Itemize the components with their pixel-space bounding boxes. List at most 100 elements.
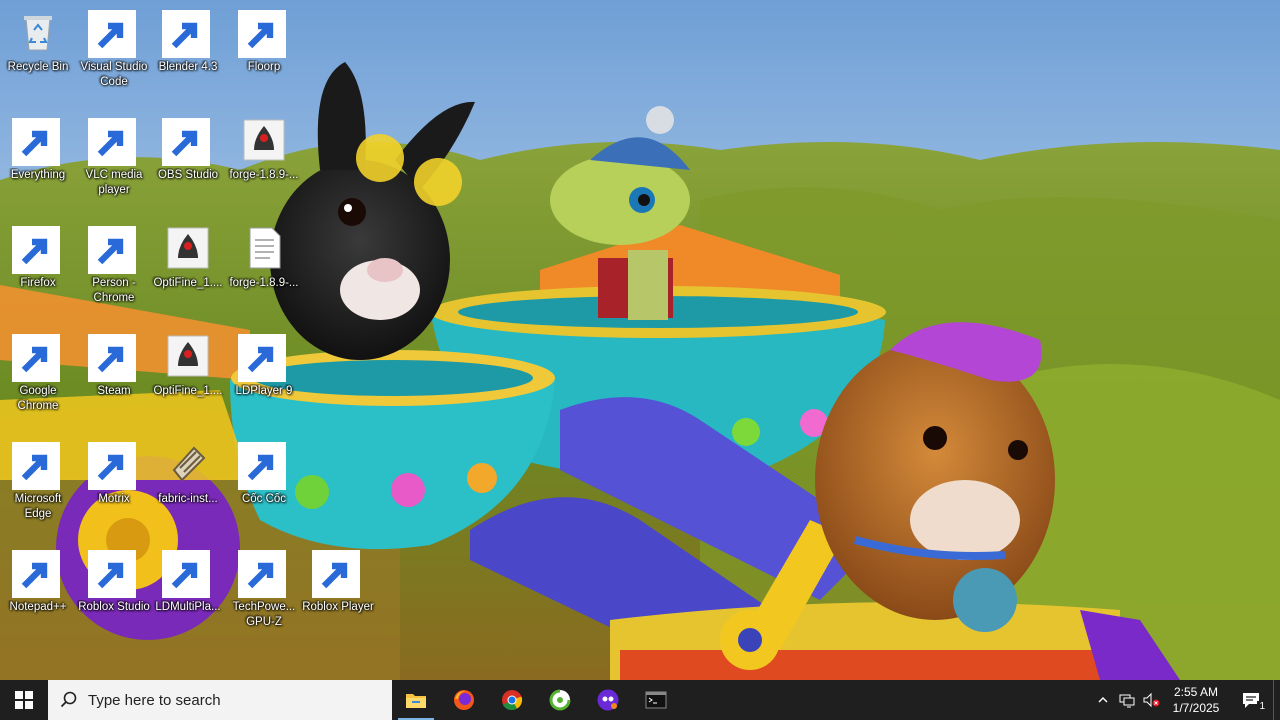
shortcut-arrow-icon <box>88 550 136 598</box>
desktop-icon-vlc[interactable]: VLC media player <box>76 108 152 208</box>
taskbar-terminal[interactable] <box>632 680 680 720</box>
taskbar-clock[interactable]: 2:55 AM 1/7/2025 <box>1163 684 1229 716</box>
java-icon <box>164 332 212 380</box>
desktop-icon-recycle-bin[interactable]: Recycle Bin <box>0 0 76 100</box>
desktop-icon-roblox-player[interactable]: Roblox Player <box>300 540 376 640</box>
shortcut-arrow-icon <box>162 118 210 166</box>
desktop-icon-ldmultiplayer[interactable]: LDMultiPla... <box>150 540 226 640</box>
folder-icon <box>406 694 426 708</box>
shortcut-arrow-icon <box>12 550 60 598</box>
shortcut-arrow-icon <box>88 118 136 166</box>
icon-label: Recycle Bin <box>7 61 69 73</box>
desktop-icon-forge-text[interactable]: forge-1.8.9-... <box>226 216 302 316</box>
text-file-icon <box>240 224 288 272</box>
desktop-icon-forge-jar[interactable]: forge-1.8.9-... <box>226 108 302 208</box>
shortcut-arrow-icon <box>238 334 286 382</box>
icon-label: OptiFine_1.... <box>153 277 223 289</box>
desktop-icon-person-chrome[interactable]: Person - Chrome <box>76 216 152 316</box>
icon-label: forge-1.8.9-... <box>229 277 299 289</box>
roblox-player-icon <box>312 548 362 598</box>
terminal-icon <box>645 691 667 709</box>
show-desktop-button[interactable] <box>1273 680 1280 720</box>
desktop-icon-fabric-installer[interactable]: fabric-inst... <box>150 432 226 532</box>
volume-button[interactable] <box>1139 680 1163 720</box>
taskbar-file-explorer[interactable] <box>392 680 440 720</box>
icon-label: VLC media player <box>85 169 143 196</box>
icon-label: Firefox <box>20 277 56 289</box>
network-icon <box>1119 694 1135 708</box>
volume-muted-icon <box>1143 692 1160 708</box>
windows-logo-icon <box>15 691 33 709</box>
taskbar-floorp[interactable] <box>584 680 632 720</box>
desktop-icon-obs-studio[interactable]: OBS Studio <box>150 108 226 208</box>
icon-label: Cốc Cốc <box>241 493 287 505</box>
recycle-bin-icon <box>14 8 62 56</box>
ldmultiplayer-icon <box>162 548 212 598</box>
notification-count-badge: 1 <box>1257 701 1267 712</box>
desktop-icon-optifine-1[interactable]: OptiFine_1.... <box>150 216 226 316</box>
java-icon <box>164 224 212 272</box>
desktop-icon-steam[interactable]: Steam <box>76 324 152 424</box>
shortcut-arrow-icon <box>88 442 136 490</box>
shortcut-arrow-icon <box>12 118 60 166</box>
desktop-icon-microsoft-edge[interactable]: Microsoft Edge <box>0 432 76 532</box>
shortcut-arrow-icon <box>162 550 210 598</box>
desktop-icon-firefox[interactable]: Firefox <box>0 216 76 316</box>
desktop-icon-gpu-z[interactable]: TechPowe... GPU-Z <box>226 540 302 640</box>
desktop-icon-roblox-studio[interactable]: Roblox Studio <box>76 540 152 640</box>
desktop-icon-coc-coc[interactable]: Cốc Cốc <box>226 432 302 532</box>
icon-label: LDMultiPla... <box>155 601 221 613</box>
firefox-icon <box>12 224 62 274</box>
icon-label: Google Chrome <box>17 385 59 412</box>
search-icon <box>60 691 77 708</box>
ldplayer-icon <box>238 332 288 382</box>
floorp-icon <box>238 8 288 58</box>
desktop-icon-floorp[interactable]: Floorp <box>226 0 302 100</box>
clock-date: 1/7/2025 <box>1172 701 1220 715</box>
desktop-icon-blender[interactable]: Blender 4.3 <box>150 0 226 100</box>
floorp-icon <box>597 689 619 711</box>
motrix-icon <box>88 440 138 490</box>
icon-label: Steam <box>97 385 131 397</box>
firefox-icon <box>454 690 474 710</box>
chrome-profile-icon <box>88 224 138 274</box>
taskbar-search-box[interactable]: Type here to search <box>48 680 392 720</box>
show-hidden-icons-button[interactable] <box>1091 680 1115 720</box>
desktop-icon-ldplayer-9[interactable]: LDPlayer 9 <box>226 324 302 424</box>
chevron-up-icon <box>1098 697 1108 703</box>
shortcut-arrow-icon <box>238 442 286 490</box>
clock-time: 2:55 AM <box>1173 685 1219 699</box>
icon-label: LDPlayer 9 <box>235 385 293 397</box>
icon-label: TechPowe... GPU-Z <box>232 601 296 628</box>
taskbar-chrome[interactable] <box>488 680 536 720</box>
obs-icon <box>162 116 212 166</box>
taskbar-firefox[interactable] <box>440 680 488 720</box>
shortcut-arrow-icon <box>88 226 136 274</box>
icon-label: Everything <box>10 169 66 181</box>
start-button[interactable] <box>0 680 48 720</box>
taskbar-coccoc[interactable] <box>536 680 584 720</box>
desktop-icon-everything[interactable]: Everything <box>0 108 76 208</box>
icon-label: Visual Studio Code <box>80 61 148 88</box>
shortcut-arrow-icon <box>88 10 136 58</box>
icon-label: Blender 4.3 <box>158 61 218 73</box>
gpuz-icon <box>238 548 288 598</box>
shortcut-arrow-icon <box>12 226 60 274</box>
taskbar: Type here to search 2:55 AM 1/7/2025 1 <box>0 680 1280 720</box>
desktop-icon-motrix[interactable]: Motrix <box>76 432 152 532</box>
network-button[interactable] <box>1115 680 1139 720</box>
desktop-icon-google-chrome[interactable]: Google Chrome <box>0 324 76 424</box>
blender-icon <box>162 8 212 58</box>
vscode-icon <box>88 8 138 58</box>
desktop-icon-visual-studio-code[interactable]: Visual Studio Code <box>76 0 152 100</box>
coccoc-icon <box>549 689 571 711</box>
icon-label: OBS Studio <box>157 169 219 181</box>
notepadpp-icon <box>12 548 62 598</box>
desktop-icon-notepad-plus-plus[interactable]: Notepad++ <box>0 540 76 640</box>
icon-label: Roblox Studio <box>78 601 150 613</box>
icon-label: Roblox Player <box>302 601 374 613</box>
icon-label: Person - Chrome <box>92 277 136 304</box>
search-placeholder: Type here to search <box>88 691 221 709</box>
desktop-icon-optifine-2[interactable]: OptiFine_1.... <box>150 324 226 424</box>
action-center-button[interactable]: 1 <box>1229 680 1273 720</box>
